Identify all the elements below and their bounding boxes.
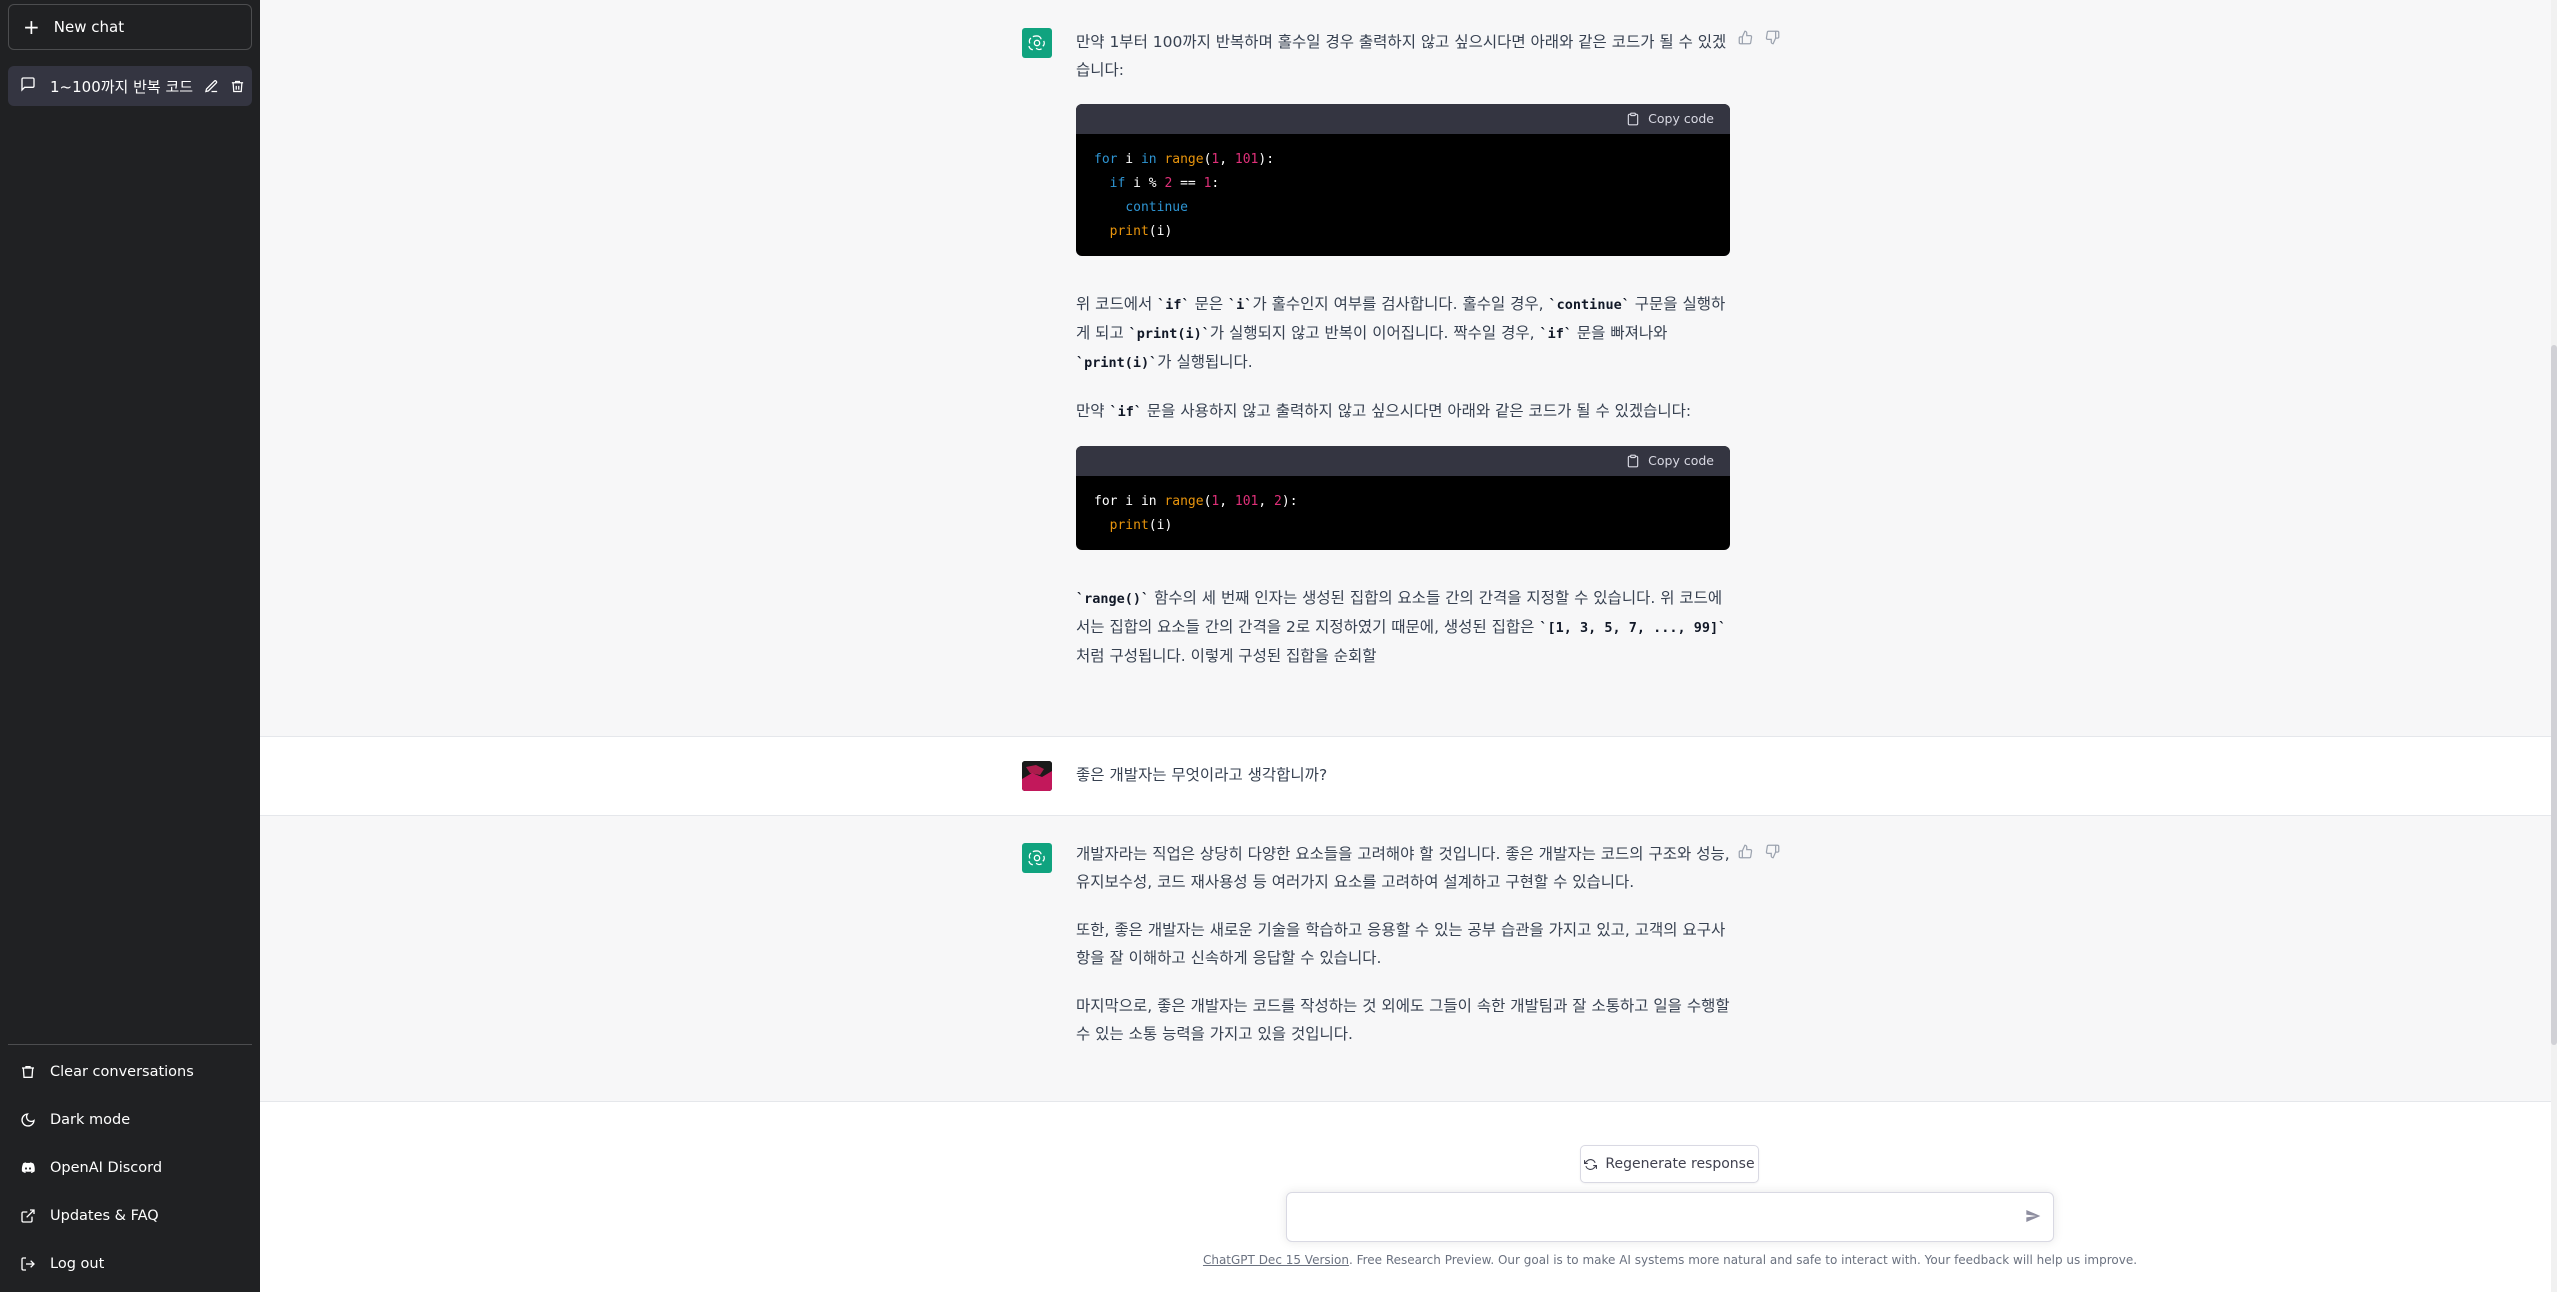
code-line-2: print(i) — [1109, 518, 1173, 533]
message-text: 좋은 개발자는 무엇이라고 생각합니까? — [1076, 766, 1328, 784]
chat-main: 만약 1부터 100까지 반복하며 홀수일 경우 출력하지 않고 싶으시다면 아… — [260, 0, 2557, 1292]
message-paragraph: 만약 `if` 문을 사용하지 않고 출력하지 않고 싶으시다면 아래와 같은 … — [1076, 402, 1692, 420]
trash-icon[interactable] — [226, 79, 248, 94]
message-input-container — [1286, 1192, 2054, 1242]
code-block: Copy code for i in range(1, 101): if i %… — [1076, 104, 1730, 256]
sidebar-divider — [8, 1044, 252, 1045]
assistant-avatar — [1022, 843, 1052, 873]
message-paragraph: 만약 1부터 100까지 반복하며 홀수일 경우 출력하지 않고 싶으시다면 아… — [1076, 33, 1727, 79]
assistant-message-body: 만약 1부터 100까지 반복하며 홀수일 경우 출력하지 않고 싶으시다면 아… — [1076, 28, 1730, 690]
sidebar-links: Clear conversations Dark mode OpenAI Dis… — [8, 1048, 252, 1288]
message-input[interactable] — [1301, 1205, 2005, 1235]
copy-code-button[interactable]: Copy code — [1626, 447, 1714, 475]
thumbs-down-icon[interactable] — [1765, 30, 1780, 49]
external-link-icon — [21, 1209, 35, 1223]
code-block-header: Copy code — [1076, 104, 1730, 134]
code-line-1: for i in range(1, 101, 2): — [1094, 494, 1298, 509]
code-block-header: Copy code — [1076, 446, 1730, 476]
new-chat-button[interactable]: + New chat — [8, 4, 252, 50]
code-content: for i in range(1, 101, 2): print(i) — [1076, 476, 1730, 550]
assistant-message-body: 개발자라는 직업은 상당히 다양한 요소들을 고려해야 할 것입니다. 좋은 개… — [1076, 840, 1730, 1068]
openai-discord-link[interactable]: OpenAI Discord — [8, 1144, 252, 1192]
log-out-link[interactable]: Log out — [8, 1240, 252, 1288]
assistant-avatar — [1022, 28, 1052, 58]
copy-code-label: Copy code — [1648, 111, 1714, 126]
conversation-item[interactable]: 1~100까지 반복 코드 — [8, 66, 252, 106]
code-line-4: print(i) — [1109, 224, 1173, 239]
regenerate-label: Regenerate response — [1605, 1156, 1755, 1172]
user-avatar — [1022, 761, 1052, 791]
message-paragraph: 개발자라는 직업은 상당히 다양한 요소들을 고려해야 할 것입니다. 좋은 개… — [1076, 845, 1730, 891]
assistant-message: 개발자라는 직업은 상당히 다양한 요소들을 고려해야 할 것입니다. 좋은 개… — [260, 816, 2557, 1102]
copy-code-label: Copy code — [1648, 453, 1714, 468]
link-label: OpenAI Discord — [50, 1160, 163, 1176]
clear-conversations-link[interactable]: Clear conversations — [8, 1048, 252, 1096]
code-line-2: if i % 2 == 1: — [1109, 176, 1220, 191]
logout-icon — [21, 1257, 35, 1271]
trash-icon — [22, 1066, 34, 1078]
message-paragraph: 위 코드에서 `if` 문은 `i`가 홀수인지 여부를 검사합니다. 홀수일 … — [1076, 295, 1726, 371]
link-label: Clear conversations — [50, 1064, 194, 1080]
code-line-3: continue — [1125, 200, 1188, 215]
refresh-icon — [1584, 1158, 1598, 1170]
user-message-body: 좋은 개발자는 무엇이라고 생각합니까? — [1076, 761, 1730, 809]
moon-icon — [21, 1113, 35, 1127]
thumbs-down-icon[interactable] — [1765, 844, 1780, 863]
thumbs-up-icon[interactable] — [1738, 844, 1753, 863]
feedback-buttons — [1738, 30, 1780, 49]
openai-logo-icon — [1028, 35, 1045, 51]
link-label: Dark mode — [50, 1112, 131, 1128]
version-link[interactable]: ChatGPT Dec 15 Version — [1203, 1253, 1349, 1267]
plus-icon: + — [23, 15, 40, 39]
clipboard-icon — [1627, 454, 1639, 468]
message-paragraph: 또한, 좋은 개발자는 새로운 기술을 학습하고 응용할 수 있는 공부 습관을… — [1076, 921, 1726, 967]
copy-code-button[interactable]: Copy code — [1626, 105, 1714, 133]
link-label: Updates & FAQ — [50, 1208, 159, 1224]
dark-mode-link[interactable]: Dark mode — [8, 1096, 252, 1144]
scrollbar-thumb[interactable] — [2551, 345, 2557, 1045]
updates-faq-link[interactable]: Updates & FAQ — [8, 1192, 252, 1240]
user-message: 좋은 개발자는 무엇이라고 생각합니까? — [260, 737, 2557, 816]
code-block: Copy code for i in range(1, 101, 2): pri… — [1076, 446, 1730, 550]
scrollbar-track[interactable] — [2551, 0, 2557, 1292]
new-chat-label: New chat — [53, 18, 125, 36]
message-paragraph: `range()` 함수의 세 번째 인자는 생성된 집합의 요소들 간의 간격… — [1076, 589, 1727, 665]
footer-text: . Free Research Preview. Our goal is to … — [1348, 1253, 2138, 1267]
thumbs-up-icon[interactable] — [1738, 30, 1753, 49]
discord-icon — [21, 1162, 35, 1173]
feedback-buttons — [1738, 844, 1780, 863]
message-paragraph: 마지막으로, 좋은 개발자는 코드를 작성하는 것 외에도 그들이 속한 개발팀… — [1076, 997, 1730, 1043]
send-icon[interactable] — [2025, 1208, 2041, 1228]
chat-bubble-icon — [20, 76, 36, 96]
assistant-message: 만약 1부터 100까지 반복하며 홀수일 경우 출력하지 않고 싶으시다면 아… — [260, 0, 2557, 737]
link-label: Log out — [50, 1256, 105, 1272]
footer-disclaimer: ChatGPT Dec 15 Version. Free Research Pr… — [1100, 1253, 2240, 1267]
clipboard-icon — [1627, 112, 1639, 126]
code-line-1: for i in range(1, 101): — [1094, 152, 1275, 167]
regenerate-response-button[interactable]: Regenerate response — [1580, 1145, 1759, 1183]
sidebar: + New chat 1~100까지 반복 코드 Clear conversat… — [0, 0, 260, 1292]
code-content: for i in range(1, 101): if i % 2 == 1: c… — [1076, 134, 1730, 256]
edit-icon[interactable] — [200, 79, 222, 94]
conversation-title: 1~100까지 반복 코드 — [50, 77, 194, 96]
openai-logo-icon — [1028, 850, 1045, 866]
